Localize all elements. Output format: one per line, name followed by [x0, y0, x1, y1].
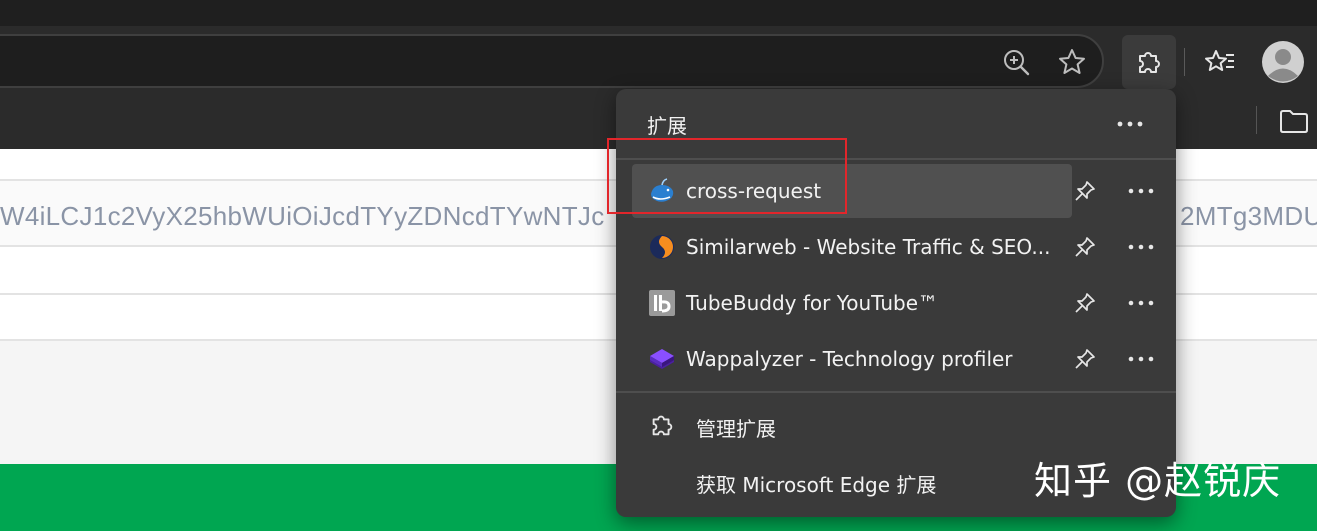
- pin-icon: [1075, 181, 1095, 201]
- token-text: W4iLCJ1c2VyX25hbWUiOiJcdTYyZDNcdTYwNTJc: [0, 201, 605, 231]
- extension-more-button[interactable]: [1123, 173, 1159, 209]
- menu-divider: [616, 391, 1176, 393]
- avatar-icon: [1262, 41, 1304, 83]
- pin-button[interactable]: [1067, 341, 1103, 377]
- address-bar[interactable]: [0, 34, 1104, 88]
- puzzle-icon: [652, 415, 673, 436]
- extension-name: TubeBuddy for YouTube™: [686, 291, 939, 315]
- extension-item-wappalyzer[interactable]: Wappalyzer - Technology profiler: [632, 332, 1072, 386]
- pin-icon: [1075, 293, 1095, 313]
- extension-more-button[interactable]: [1123, 341, 1159, 377]
- zoom-button[interactable]: [994, 40, 1038, 84]
- more-horizontal-icon: [1128, 356, 1154, 362]
- token-text-right: 2MTg3MDU: [1180, 201, 1317, 231]
- favorites-star-list-icon: [1205, 50, 1234, 71]
- other-favorites-button[interactable]: [1276, 104, 1312, 138]
- watermark: 知乎 @赵锐庆: [1034, 459, 1282, 503]
- extension-name: Wappalyzer - Technology profiler: [686, 347, 1013, 371]
- pin-button[interactable]: [1067, 229, 1103, 265]
- folder-icon: [1280, 110, 1308, 133]
- favorites-button[interactable]: [1198, 40, 1242, 84]
- more-horizontal-icon: [1128, 244, 1154, 250]
- manage-extensions-label: 管理扩展: [696, 417, 776, 441]
- puzzle-icon: [1139, 52, 1160, 73]
- more-horizontal-icon: [1128, 300, 1154, 306]
- profile-button[interactable]: [1260, 39, 1306, 85]
- extensions-menu-more-button[interactable]: [1112, 107, 1148, 141]
- highlight-annotation-box: [607, 138, 847, 214]
- zoom-in-icon: [1004, 50, 1030, 76]
- toolbar-divider: [1184, 48, 1185, 76]
- extension-more-button[interactable]: [1123, 229, 1159, 265]
- extension-name: Similarweb - Website Traffic & SEO...: [686, 235, 1051, 259]
- add-favorite-button[interactable]: [1050, 40, 1094, 84]
- manage-extensions-item[interactable]: 管理扩展: [632, 397, 1160, 453]
- extensions-menu-title: 扩展: [647, 114, 687, 138]
- get-extensions-label: 获取 Microsoft Edge 扩展: [696, 473, 937, 497]
- extension-more-button[interactable]: [1123, 285, 1159, 321]
- pin-button[interactable]: [1067, 285, 1103, 321]
- favorites-bar-divider: [1256, 106, 1257, 134]
- pin-button[interactable]: [1067, 173, 1103, 209]
- star-icon: [1059, 49, 1085, 74]
- pin-icon: [1075, 237, 1095, 257]
- tubebuddy-icon: [649, 290, 675, 316]
- title-bar: [0, 0, 1317, 26]
- extension-item-tubebuddy[interactable]: TubeBuddy for YouTube™: [632, 276, 1072, 330]
- extension-item-similarweb[interactable]: Similarweb - Website Traffic & SEO...: [632, 220, 1072, 274]
- similarweb-icon: [650, 235, 674, 259]
- wappalyzer-icon: [650, 349, 674, 369]
- more-horizontal-icon: [1128, 188, 1154, 194]
- more-horizontal-icon: [1117, 121, 1143, 127]
- extensions-button[interactable]: [1122, 35, 1176, 89]
- pin-icon: [1075, 349, 1095, 369]
